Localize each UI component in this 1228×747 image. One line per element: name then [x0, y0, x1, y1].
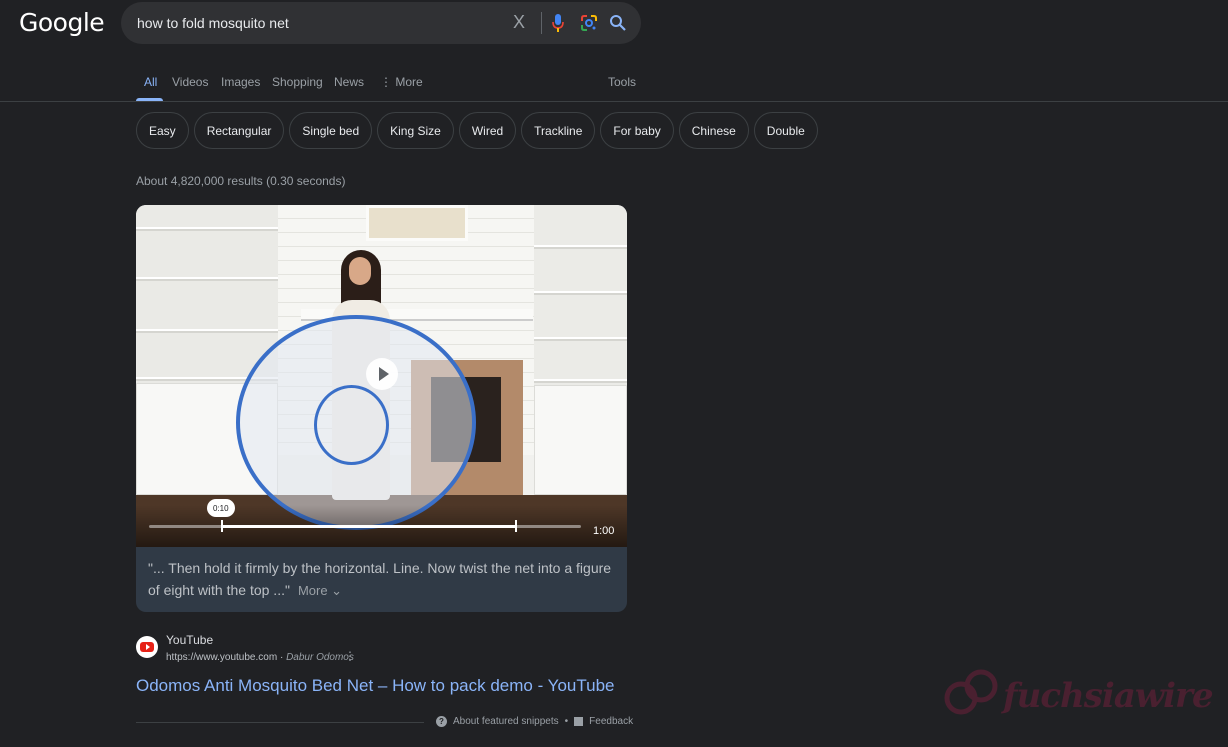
chip-single-bed[interactable]: Single bed [289, 112, 373, 149]
chip-king-size[interactable]: King Size [377, 112, 454, 149]
video-thumbnail[interactable]: 0:10 1:00 [136, 205, 627, 547]
tab-videos[interactable]: Videos [172, 75, 208, 89]
chip-chinese[interactable]: Chinese [678, 112, 749, 149]
tab-shopping[interactable]: Shopping [272, 75, 323, 89]
chip-rectangular[interactable]: Rectangular [193, 112, 285, 149]
more-options-icon[interactable]: ⋮ [344, 649, 356, 663]
feedback-icon [574, 717, 584, 726]
help-icon: ? [436, 716, 447, 727]
featured-video-snippet: 0:10 1:00 "... Then hold it firmly by th… [136, 205, 627, 612]
chip-double[interactable]: Double [753, 112, 818, 149]
chip-easy[interactable]: Easy [136, 112, 189, 149]
tab-more[interactable]: ⋮ More [380, 75, 423, 89]
presenter-face [349, 257, 371, 285]
search-box[interactable]: how to fold mosquito net X [121, 2, 641, 44]
transcript-snippet: "... Then hold it firmly by the horizont… [148, 557, 618, 602]
play-icon [379, 367, 389, 381]
tab-news[interactable]: News [334, 75, 364, 89]
watermark: fuchsiawire [943, 664, 1214, 725]
chip-for-baby[interactable]: For baby [600, 112, 674, 149]
footer-dot: • [564, 716, 569, 727]
timeline-end-marker[interactable] [515, 520, 517, 532]
watermark-text: fuchsiawire [1003, 676, 1214, 716]
result-stats: About 4,820,000 results (0.30 seconds) [136, 174, 346, 188]
search-tabs: All Videos Images Shopping News ⋮ More T… [0, 60, 1228, 102]
timeline-segment [222, 525, 516, 528]
tools-button[interactable]: Tools [608, 75, 636, 89]
active-tab-indicator [136, 98, 163, 101]
watermark-logo-icon [944, 669, 998, 715]
url-text: https://www.youtube.com [166, 652, 278, 663]
chip-wired[interactable]: Wired [458, 112, 517, 149]
youtube-favicon [136, 636, 158, 658]
refinement-chips: Easy Rectangular Single bed King Size Wi… [136, 112, 818, 149]
play-button[interactable] [366, 358, 398, 390]
search-icon[interactable] [609, 14, 627, 32]
transcript-text: "... Then hold it firmly by the horizont… [148, 560, 612, 598]
chip-trackline[interactable]: Trackline [521, 112, 596, 149]
about-featured-snippets-link[interactable]: About featured snippets [453, 716, 559, 727]
clear-search-icon[interactable]: X [513, 12, 525, 33]
site-name[interactable]: YouTube [166, 633, 213, 647]
tab-images[interactable]: Images [221, 75, 260, 89]
youtube-icon [140, 642, 154, 652]
search-divider [541, 12, 542, 34]
footer-divider [136, 722, 424, 723]
result-title-link[interactable]: Odomos Anti Mosquito Bed Net – How to pa… [136, 676, 614, 696]
current-time-badge: 0:10 [207, 499, 235, 517]
video-duration: 1:00 [593, 525, 615, 537]
google-logo[interactable]: Google [19, 8, 105, 37]
timeline-start-marker[interactable] [221, 520, 223, 532]
search-input[interactable]: how to fold mosquito net [137, 15, 289, 31]
snippet-footer: ? About featured snippets • Feedback [436, 716, 633, 727]
more-link[interactable]: More ⌄ [298, 583, 342, 598]
mosquito-net-loop [314, 385, 389, 465]
feedback-link[interactable]: Feedback [589, 716, 633, 727]
url-separator: · [277, 652, 287, 663]
video-timeline[interactable]: 0:10 [149, 499, 581, 532]
microphone-icon[interactable] [551, 13, 565, 33]
wall-art [366, 205, 468, 241]
google-lens-icon[interactable] [580, 14, 598, 32]
site-url[interactable]: https://www.youtube.com · Dabur Odomos [166, 652, 354, 663]
tab-all[interactable]: All [144, 75, 157, 89]
